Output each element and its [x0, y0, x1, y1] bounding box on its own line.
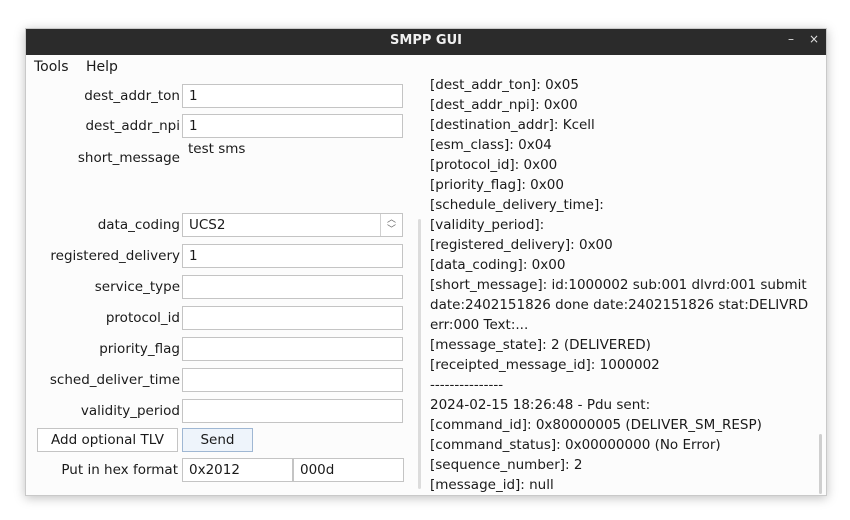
- menu-bar: Tools Help: [26, 55, 826, 79]
- short-message-label: short_message: [77, 150, 180, 166]
- log-scrollbar[interactable]: [819, 434, 822, 494]
- protocol-id-input[interactable]: [182, 306, 403, 330]
- log-line: [dest_addr_ton]: 0x05: [430, 79, 579, 93]
- row-hex-format: Put in hex format 0x2012 000d: [26, 458, 418, 484]
- short-message-textarea[interactable]: test sms: [182, 137, 403, 201]
- row-data-coding: data_coding UCS2 ︿ ﹀: [26, 213, 418, 239]
- log-line: [esm_class]: 0x04: [430, 137, 552, 153]
- title-bar: SMPP GUI – ×: [26, 29, 826, 55]
- sched-deliver-time-input[interactable]: [182, 368, 403, 392]
- log-line: [sequence_number]: 2: [430, 457, 583, 473]
- log-line: [schedule_delivery_time]:: [430, 197, 604, 213]
- row-sched-deliver-time: sched_deliver_time: [26, 368, 418, 394]
- log-line: [message_id]: null: [430, 477, 554, 493]
- row-dest-addr-ton: dest_addr_ton 1: [26, 84, 418, 110]
- log-output: [dest_addr_ton]: 0x05 [dest_addr_npi]: 0…: [430, 79, 816, 495]
- log-line: [receipted_message_id]: 1000002: [430, 357, 660, 373]
- log-line: [priority_flag]: 0x00: [430, 177, 564, 193]
- priority-flag-input[interactable]: [182, 337, 403, 361]
- service-type-input[interactable]: [182, 275, 403, 299]
- minimize-button[interactable]: –: [788, 32, 794, 46]
- add-optional-tlv-button[interactable]: Add optional TLV: [37, 428, 178, 452]
- log-line: date:2402151826 done date:2402151826 sta…: [430, 297, 809, 313]
- log-line: [data_coding]: 0x00: [430, 257, 566, 273]
- hex-tag-input[interactable]: 0x2012: [182, 458, 293, 482]
- protocol-id-label: protocol_id: [105, 310, 180, 326]
- sched-deliver-time-label: sched_deliver_time: [49, 372, 180, 388]
- close-button[interactable]: ×: [809, 32, 819, 46]
- log-line: [command_status]: 0x00000000 (No Error): [430, 437, 721, 453]
- row-priority-flag: priority_flag: [26, 337, 418, 363]
- menu-tools[interactable]: Tools: [34, 59, 69, 75]
- hex-format-label: Put in hex format: [61, 462, 178, 478]
- registered-delivery-label: registered_delivery: [50, 248, 180, 264]
- validity-period-input[interactable]: [182, 399, 403, 423]
- menu-help[interactable]: Help: [86, 59, 118, 75]
- pdu-form: dest_addr_ton 1 dest_addr_npi 1 short_me…: [26, 79, 418, 495]
- row-registered-delivery: registered_delivery 1: [26, 244, 418, 270]
- log-line: [message_state]: 2 (DELIVERED): [430, 337, 651, 353]
- chevron-up-down-icon[interactable]: ︿ ﹀: [380, 214, 402, 236]
- log-separator: ---------------: [430, 377, 504, 393]
- log-line: err:000 Text:...: [430, 317, 529, 333]
- service-type-label: service_type: [94, 279, 180, 295]
- app-window: SMPP GUI – × Tools Help dest_addr_ton 1 …: [25, 28, 827, 496]
- row-protocol-id: protocol_id: [26, 306, 418, 332]
- send-button[interactable]: Send: [182, 428, 253, 452]
- log-line: [validity_period]:: [430, 217, 545, 233]
- data-coding-value: UCS2: [189, 217, 226, 233]
- splitter-handle[interactable]: [418, 219, 421, 489]
- log-line: [dest_addr_npi]: 0x00: [430, 97, 578, 113]
- priority-flag-label: priority_flag: [99, 341, 180, 357]
- dest-addr-ton-input[interactable]: 1: [182, 84, 403, 108]
- registered-delivery-input[interactable]: 1: [182, 244, 403, 268]
- log-line: [short_message]: id:1000002 sub:001 dlvr…: [430, 277, 807, 293]
- dest-addr-ton-label: dest_addr_ton: [84, 88, 180, 104]
- log-line: 2024-02-15 18:26:48 - Pdu sent:: [430, 397, 651, 413]
- window-title: SMPP GUI: [390, 33, 462, 48]
- log-line: [destination_addr]: Kcell: [430, 117, 595, 133]
- log-line: [registered_delivery]: 0x00: [430, 237, 613, 253]
- dest-addr-npi-input[interactable]: 1: [182, 114, 403, 138]
- validity-period-label: validity_period: [80, 403, 180, 419]
- log-line: [command_id]: 0x80000005 (DELIVER_SM_RES…: [430, 417, 762, 433]
- row-service-type: service_type: [26, 275, 418, 301]
- row-validity-period: validity_period: [26, 399, 418, 425]
- dest-addr-npi-label: dest_addr_npi: [85, 118, 180, 134]
- data-coding-select[interactable]: UCS2 ︿ ﹀: [182, 213, 403, 237]
- hex-value-input[interactable]: 000d: [293, 458, 404, 482]
- log-line: [protocol_id]: 0x00: [430, 157, 558, 173]
- data-coding-label: data_coding: [97, 217, 180, 233]
